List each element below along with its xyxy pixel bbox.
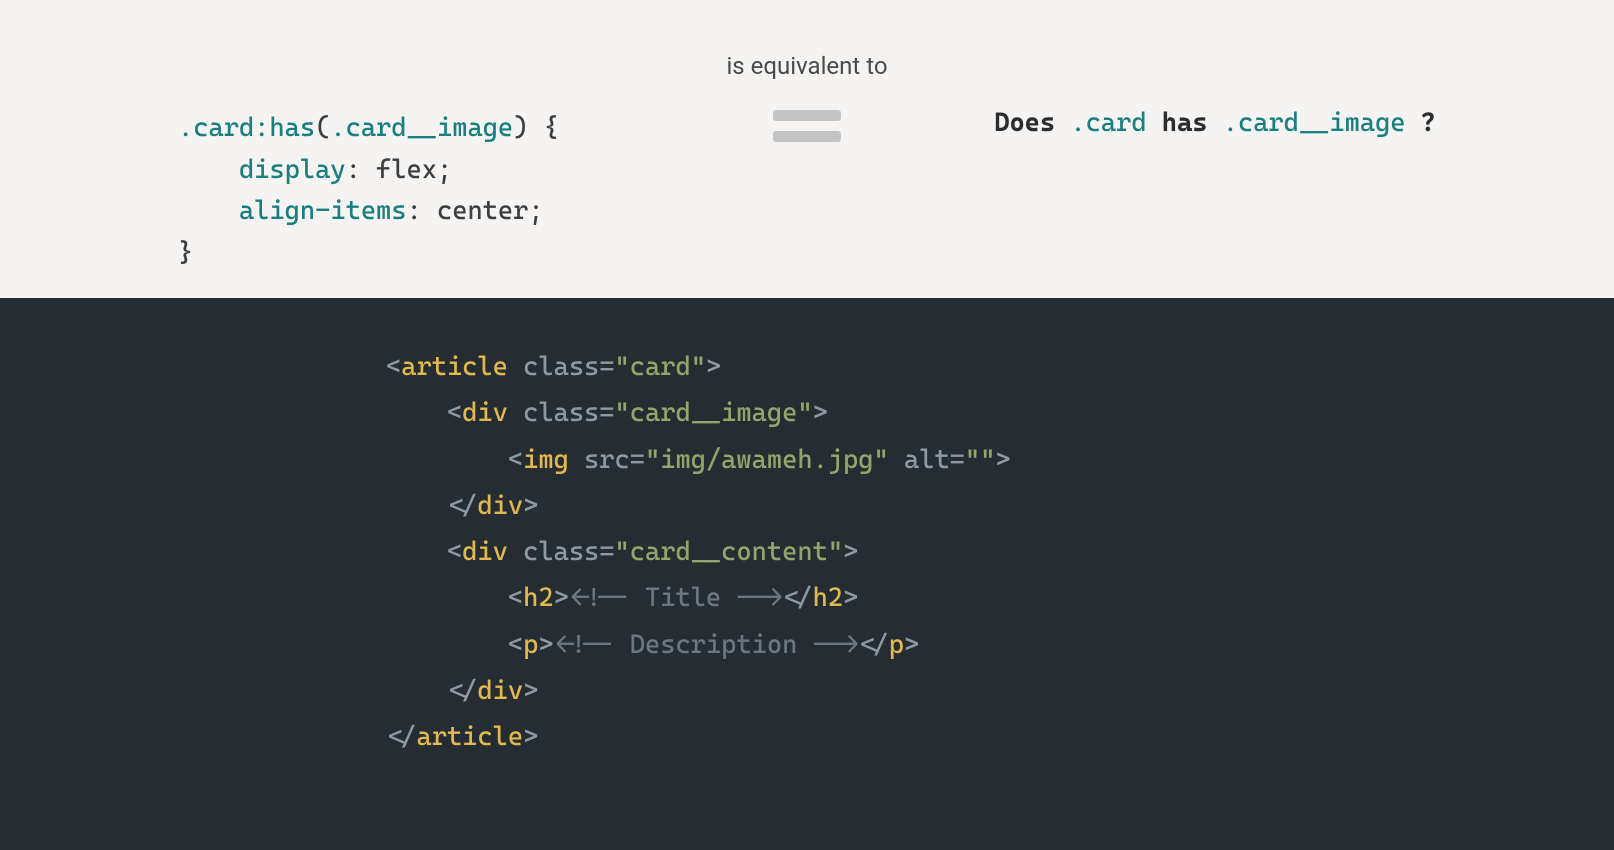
html-code-block: <article class="card"> <div class="card_… xyxy=(386,344,1011,760)
html-tag-p-close: p xyxy=(889,630,904,660)
html-attr-class-3: class xyxy=(523,537,599,567)
html-tag-p-open: p xyxy=(523,630,538,660)
html-val-imgsrc: "img/awameh.jpg" xyxy=(645,445,889,475)
html-tag-div-close-1: div xyxy=(477,491,523,521)
html-val-alt: "" xyxy=(965,445,995,475)
question-has: has xyxy=(1147,108,1223,138)
top-light-panel: is equivalent to .card:has(.card__image)… xyxy=(0,0,1614,298)
bottom-dark-panel: <article class="card"> <div class="card_… xyxy=(0,298,1614,850)
html-val-card-image: "card__image" xyxy=(615,398,813,428)
html-tag-h2-close: h2 xyxy=(813,583,843,613)
css-prop-align-items: align-items xyxy=(239,196,407,226)
html-tag-img: img xyxy=(523,445,569,475)
html-tag-div-close-2: div xyxy=(477,676,523,706)
html-comment-title: <!-- Title --> xyxy=(569,583,782,613)
html-val-card: "card" xyxy=(615,352,706,382)
css-val-center: center xyxy=(437,196,528,226)
css-selector: .card xyxy=(178,113,254,143)
html-attr-src: src xyxy=(584,445,630,475)
equivalence-caption: is equivalent to xyxy=(0,52,1614,80)
html-attr-alt: alt xyxy=(904,445,950,475)
css-code-block: .card:has(.card__image) { display: flex;… xyxy=(178,108,559,274)
html-comment-desc: <!-- Description --> xyxy=(554,630,859,660)
css-prop-display: display xyxy=(239,155,346,185)
question-arg: .card__image xyxy=(1223,108,1406,138)
html-tag-div-content-open: div xyxy=(462,537,508,567)
question-mark: ? xyxy=(1421,108,1436,138)
english-equivalence: Does .card has .card__image ? xyxy=(994,108,1436,138)
css-pseudo: :has xyxy=(254,113,315,143)
html-attr-class-2: class xyxy=(523,398,599,428)
html-tag-div-image-open: div xyxy=(462,398,508,428)
css-has-arg: .card__image xyxy=(330,113,513,143)
html-attr-class: class xyxy=(523,352,599,382)
html-tag-h2-open: h2 xyxy=(523,583,553,613)
equals-icon xyxy=(773,110,841,142)
html-tag-article-open: article xyxy=(401,352,508,382)
question-does: Does xyxy=(994,108,1055,138)
css-val-flex: flex xyxy=(376,155,437,185)
html-tag-article-close: article xyxy=(416,722,523,752)
question-selector: .card xyxy=(1070,108,1146,138)
html-val-card-content: "card__content" xyxy=(615,537,844,567)
